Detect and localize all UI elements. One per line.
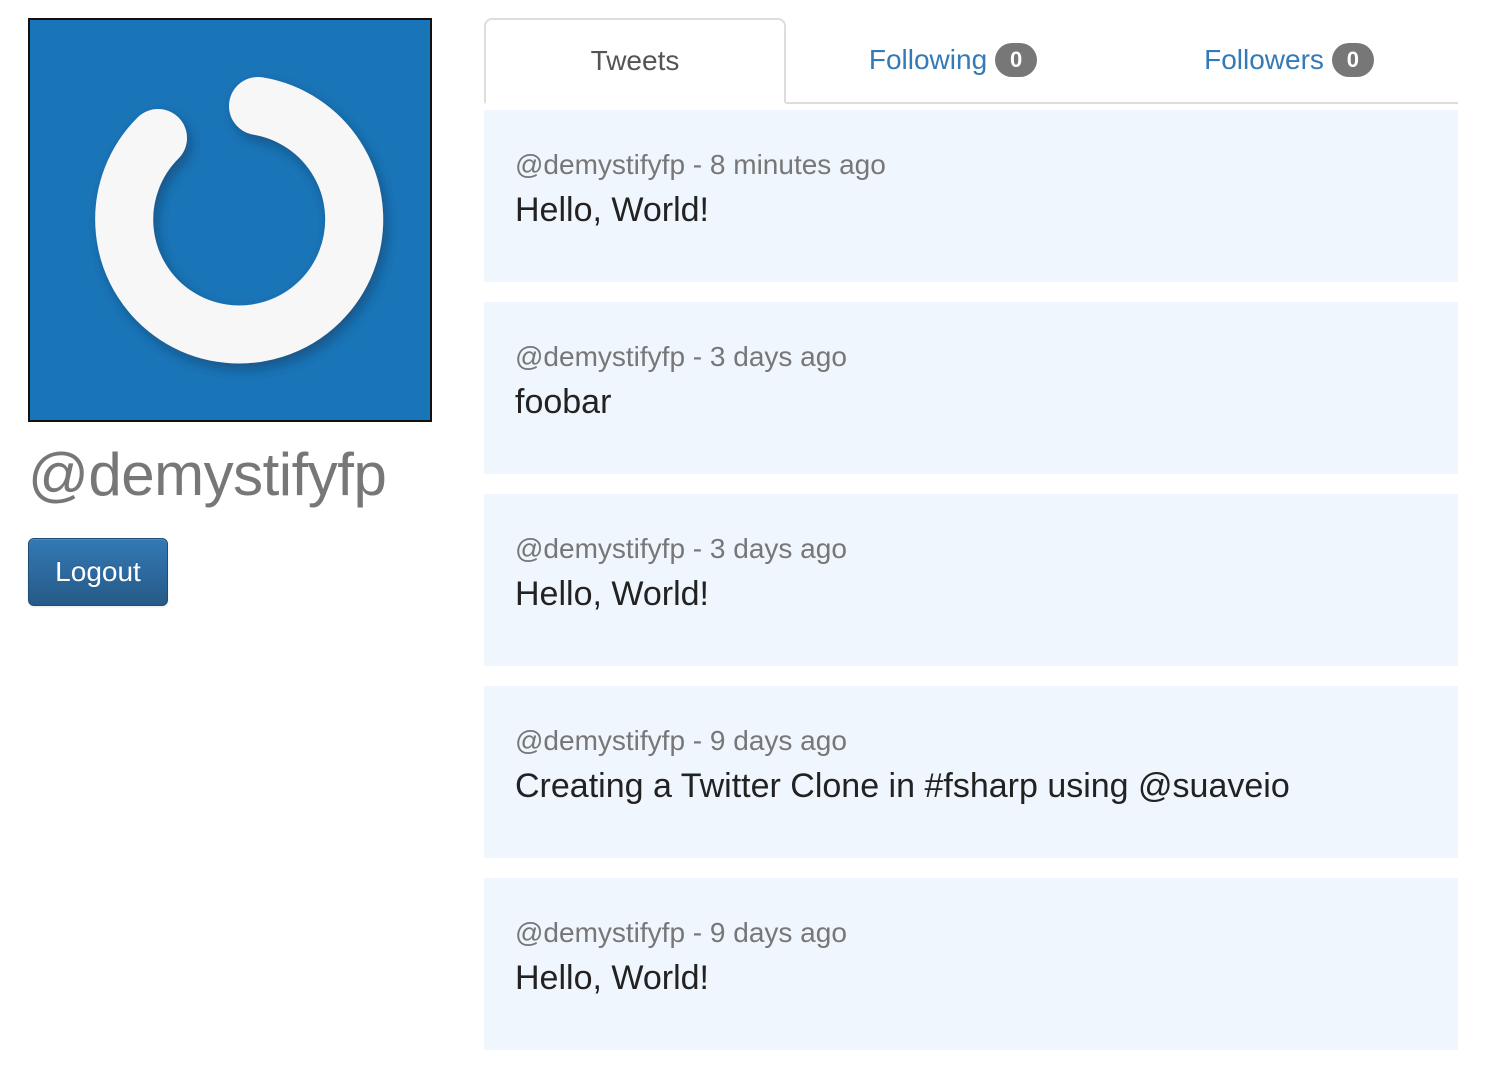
tabs-nav: Tweets Following 0 Followers 0	[484, 18, 1458, 104]
tab-tweets[interactable]: Tweets	[484, 18, 786, 104]
tweet-item: @demystifyfp - 9 days ago Creating a Twi…	[484, 686, 1458, 858]
tweet-text: Hello, World!	[515, 575, 709, 613]
avatar	[28, 18, 432, 422]
tab-following-label: Following	[868, 44, 988, 75]
followers-count-badge: 0	[1331, 43, 1374, 77]
tweet-meta: @demystifyfp - 3 days ago	[515, 341, 847, 372]
tweet-text: Creating a Twitter Clone in #fsharp usin…	[515, 767, 1290, 805]
tweet-text: Hello, World!	[515, 959, 709, 997]
tweet-meta: @demystifyfp - 3 days ago	[515, 533, 847, 564]
tweet-meta: @demystifyfp - 9 days ago	[515, 725, 847, 756]
following-count-badge: 0	[995, 43, 1038, 77]
profile-panel: @demystifyfp Logout	[28, 18, 432, 606]
tweet-item: @demystifyfp - 3 days ago Hello, World!	[484, 494, 1458, 666]
tweet-item: @demystifyfp - 8 minutes ago Hello, Worl…	[484, 110, 1458, 282]
tab-followers-label: Followers	[1204, 44, 1324, 75]
page: @demystifyfp Logout Tweets Following 0 F…	[0, 0, 1510, 1078]
tweet-text: Hello, World!	[515, 191, 709, 229]
tweet-text: foobar	[515, 383, 612, 421]
main-content: Tweets Following 0 Followers 0 @demystif…	[484, 18, 1458, 1070]
tweet-meta: @demystifyfp - 9 days ago	[515, 917, 847, 948]
tweet-list: @demystifyfp - 8 minutes ago Hello, Worl…	[484, 110, 1458, 1050]
tab-followers[interactable]: Followers 0	[1120, 18, 1458, 104]
tweet-meta: @demystifyfp - 8 minutes ago	[515, 149, 886, 180]
profile-username: @demystifyfp	[28, 441, 387, 508]
power-logo-icon	[95, 77, 384, 364]
tweet-item: @demystifyfp - 9 days ago Hello, World!	[484, 878, 1458, 1050]
tab-following[interactable]: Following 0	[786, 18, 1120, 104]
logout-button[interactable]: Logout	[28, 538, 168, 606]
tweet-item: @demystifyfp - 3 days ago foobar	[484, 302, 1458, 474]
tab-tweets-label: Tweets	[590, 45, 680, 76]
